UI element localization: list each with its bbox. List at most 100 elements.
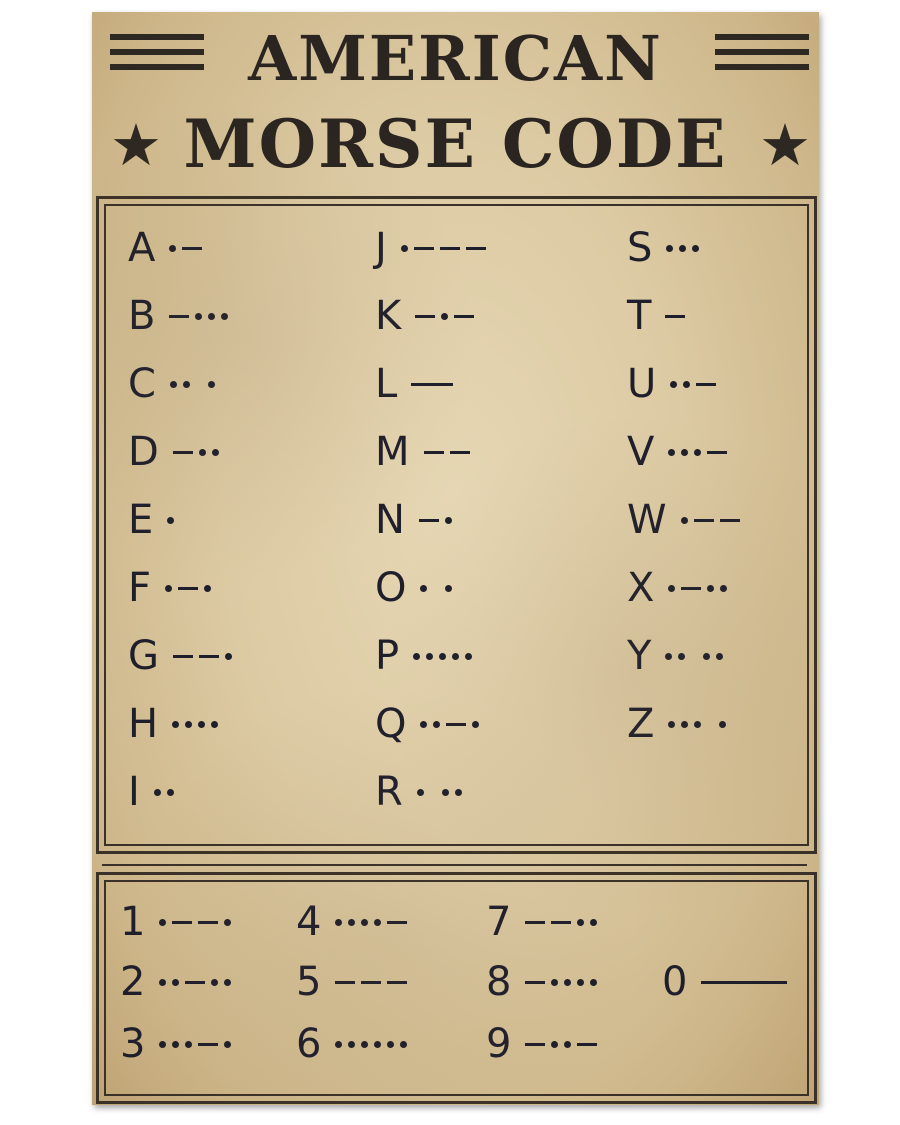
morse-dot bbox=[416, 788, 424, 796]
morse-entry-o: O bbox=[375, 566, 458, 610]
morse-character: C bbox=[128, 361, 156, 407]
morse-long-dash bbox=[411, 382, 454, 386]
morse-symbols bbox=[172, 720, 224, 728]
morse-dash bbox=[387, 920, 408, 924]
morse-dot bbox=[590, 978, 598, 986]
morse-dash bbox=[446, 722, 467, 726]
morse-dot bbox=[400, 244, 408, 252]
morse-dot bbox=[221, 312, 229, 320]
morse-entry-s: S bbox=[627, 226, 705, 270]
morse-dot bbox=[707, 584, 715, 592]
morse-dot bbox=[159, 918, 167, 926]
morse-entry-x: X bbox=[627, 566, 733, 610]
morse-dot bbox=[204, 584, 212, 592]
morse-dash bbox=[198, 1042, 219, 1046]
morse-dash bbox=[173, 654, 193, 658]
morse-symbols bbox=[335, 980, 413, 984]
morse-dash bbox=[449, 450, 470, 454]
morse-symbols bbox=[400, 244, 492, 252]
morse-symbols bbox=[335, 1040, 413, 1048]
morse-dot bbox=[694, 448, 702, 456]
morse-dot bbox=[668, 584, 676, 592]
morse-symbols bbox=[416, 788, 468, 796]
morse-dash bbox=[665, 314, 686, 318]
morse-dot bbox=[198, 720, 206, 728]
morse-dot bbox=[413, 652, 421, 660]
morse-entry-a: A bbox=[128, 226, 208, 270]
morse-dot bbox=[680, 516, 688, 524]
morse-dot bbox=[374, 918, 382, 926]
morse-dot bbox=[167, 516, 175, 524]
morse-character: 3 bbox=[120, 1021, 146, 1067]
morse-symbols bbox=[665, 652, 729, 660]
morse-dot bbox=[224, 1040, 232, 1048]
poster-title-line2: MORSE CODE bbox=[183, 105, 728, 183]
morse-symbols bbox=[525, 918, 603, 926]
morse-entry-w: W bbox=[627, 498, 746, 542]
morse-entry-f: F bbox=[128, 566, 217, 610]
morse-character: P bbox=[375, 633, 400, 679]
morse-dot bbox=[211, 978, 219, 986]
morse-dash bbox=[693, 518, 714, 522]
morse-dot bbox=[441, 788, 449, 796]
morse-symbols bbox=[423, 450, 476, 454]
morse-character: 2 bbox=[120, 959, 146, 1005]
morse-character: 7 bbox=[486, 899, 512, 945]
morse-dot bbox=[426, 652, 434, 660]
morse-dash bbox=[577, 1042, 598, 1046]
morse-dot bbox=[441, 312, 449, 320]
morse-dot bbox=[694, 720, 702, 728]
morse-dot bbox=[169, 244, 177, 252]
morse-dot bbox=[165, 584, 173, 592]
morse-entry-j: J bbox=[375, 226, 492, 270]
morse-character: S bbox=[627, 225, 653, 271]
morse-character: J bbox=[375, 225, 387, 271]
morse-dot bbox=[400, 1040, 408, 1048]
morse-character: V bbox=[627, 429, 655, 475]
morse-dash bbox=[423, 450, 444, 454]
morse-entry-0: 0 bbox=[662, 960, 793, 1004]
morse-dot bbox=[153, 788, 161, 796]
morse-dash bbox=[182, 246, 203, 250]
morse-dot bbox=[577, 918, 585, 926]
morse-symbols bbox=[525, 1040, 603, 1048]
morse-entry-k: K bbox=[375, 294, 480, 338]
morse-dot bbox=[679, 244, 687, 252]
morse-symbols bbox=[159, 918, 237, 926]
morse-dot bbox=[185, 1040, 193, 1048]
morse-symbols bbox=[172, 448, 225, 456]
morse-symbols bbox=[153, 788, 180, 796]
morse-dot bbox=[348, 1040, 356, 1048]
morse-dot bbox=[472, 720, 480, 728]
morse-entry-p: P bbox=[375, 634, 478, 678]
morse-symbols bbox=[159, 978, 237, 986]
morse-symbols bbox=[670, 380, 722, 388]
morse-dot bbox=[211, 448, 219, 456]
morse-symbols bbox=[680, 516, 746, 524]
morse-symbols bbox=[668, 584, 733, 592]
morse-symbols bbox=[525, 978, 603, 986]
morse-dot bbox=[681, 720, 689, 728]
morse-dash bbox=[198, 920, 219, 924]
morse-character: Y bbox=[627, 633, 652, 679]
morse-dot bbox=[445, 584, 453, 592]
morse-dot bbox=[564, 1040, 572, 1048]
morse-entry-2: 2 bbox=[120, 960, 237, 1004]
morse-entry-r: R bbox=[375, 770, 468, 814]
morse-entry-7: 7 bbox=[486, 900, 603, 944]
morse-entry-n: N bbox=[375, 498, 458, 542]
morse-code-poster: ★ ★ AMERICAN MORSE CODE ABCDEFGHIJKLMNOP… bbox=[92, 12, 819, 1105]
morse-dot bbox=[225, 652, 232, 660]
morse-dash bbox=[696, 382, 717, 386]
morse-symbols bbox=[665, 314, 691, 318]
morse-dot bbox=[444, 516, 452, 524]
morse-dot bbox=[590, 918, 598, 926]
morse-dot bbox=[335, 918, 343, 926]
morse-symbols bbox=[668, 448, 733, 456]
morse-character: D bbox=[128, 429, 159, 475]
morse-dash bbox=[413, 246, 434, 250]
morse-symbols bbox=[420, 584, 458, 592]
morse-character: B bbox=[128, 293, 156, 339]
morse-character: R bbox=[375, 769, 403, 815]
morse-dot bbox=[207, 380, 215, 388]
